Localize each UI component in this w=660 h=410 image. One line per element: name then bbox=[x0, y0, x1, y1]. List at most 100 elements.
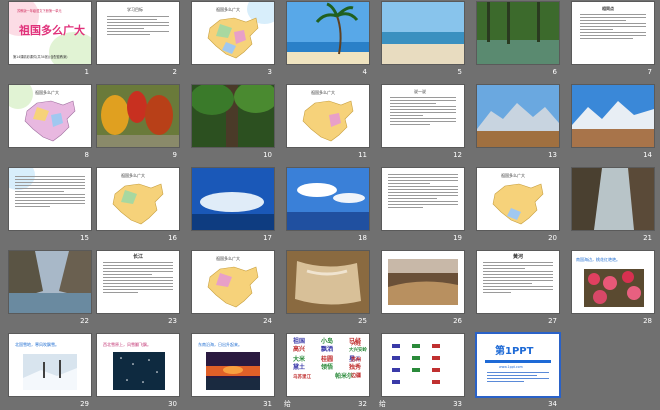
slide-number: 16 bbox=[168, 234, 177, 242]
slide-number: 1 bbox=[84, 68, 89, 76]
slide-thumb-22[interactable] bbox=[9, 251, 91, 313]
slide-thumb-12[interactable]: 说一说 bbox=[382, 85, 464, 147]
text-lines bbox=[580, 14, 646, 41]
slide-number: 5 bbox=[457, 68, 462, 76]
slide-number: 13 bbox=[548, 151, 557, 159]
slide-number: 18 bbox=[358, 234, 367, 242]
slide-thumb-27[interactable]: 黄河 bbox=[477, 251, 559, 313]
slide-thumb-26[interactable] bbox=[382, 251, 464, 313]
forest-photo bbox=[192, 85, 274, 147]
slide-number: 23 bbox=[168, 317, 177, 325]
slide-thumb-31[interactable]: 东南沿海，日出升起来。 bbox=[192, 334, 274, 396]
ppt-site: www.1ppt.com bbox=[499, 365, 523, 369]
slide-title: 北国雪地，寒风吹飘雪。 bbox=[15, 342, 59, 347]
slide-number: 2 bbox=[172, 68, 177, 76]
slide-thumb-21[interactable] bbox=[572, 168, 654, 230]
slide-thumb-5[interactable] bbox=[382, 2, 464, 64]
ppt-logo: 第1PPT bbox=[495, 346, 534, 357]
slide-number: 14 bbox=[643, 151, 652, 159]
slide-number: 28 bbox=[643, 317, 652, 325]
slide-number: 32 bbox=[358, 400, 367, 408]
slide-thumb-10[interactable] bbox=[192, 85, 274, 147]
text-lines bbox=[388, 174, 458, 210]
slide-thumb-2[interactable]: 学习目标 bbox=[97, 2, 179, 64]
text-lines bbox=[15, 176, 85, 209]
slide-number: 20 bbox=[548, 234, 557, 242]
slide-number: 26 bbox=[453, 317, 462, 325]
slide-number: 25 bbox=[358, 317, 367, 325]
slide-number: 15 bbox=[80, 234, 89, 242]
slide-title: 祖国多么广大 bbox=[121, 173, 145, 178]
slide-thumb-7[interactable]: 相同点 bbox=[572, 2, 654, 64]
slide-number: 7 bbox=[647, 68, 652, 76]
slide-title: 东南沿海，日出升起来。 bbox=[198, 342, 242, 347]
slide-thumb-32[interactable]: 祖国 小岛 已经 高兴 飘洒 大兴安岭 大米 桂圆 星斗 黛土 领悟 独秀 乌苏里江 帕米尔 兴旺… bbox=[287, 334, 369, 396]
china-map-icon bbox=[302, 100, 354, 142]
slide-thumb-11[interactable]: 祖国多么广大 bbox=[287, 85, 369, 147]
slide-number: 6 bbox=[552, 68, 557, 76]
slide-thumb-3[interactable]: 祖国多么广大 bbox=[192, 2, 274, 64]
slide-number: 8 bbox=[84, 151, 89, 159]
slide-title: 南国海边，桃花红艳艳。 bbox=[576, 257, 620, 262]
gorge-photo bbox=[572, 168, 654, 230]
slide-number: 11 bbox=[358, 151, 367, 159]
slide-number: 34 bbox=[548, 400, 557, 408]
slide-thumb-15[interactable] bbox=[9, 168, 91, 230]
china-map-icon bbox=[24, 100, 76, 142]
slide-number: 21 bbox=[643, 234, 652, 242]
text-lines bbox=[103, 262, 173, 295]
slide-title: 祖国多么广大 bbox=[35, 90, 59, 95]
slide-title: 长江 bbox=[133, 254, 144, 260]
autumn-trees-photo bbox=[97, 85, 179, 147]
text-lines bbox=[483, 262, 553, 295]
slide-thumb-24[interactable]: 祖国多么广大 bbox=[192, 251, 274, 313]
slide-thumb-23[interactable]: 长江 bbox=[97, 251, 179, 313]
slide-thumb-20[interactable]: 祖国多么广大 bbox=[477, 168, 559, 230]
forest-lake-photo bbox=[477, 2, 559, 64]
slide-note: 给 bbox=[284, 400, 291, 408]
slide-thumb-16[interactable]: 祖国多么广大 bbox=[97, 168, 179, 230]
beach-photo bbox=[382, 2, 464, 64]
slide-thumb-29[interactable]: 北国雪地，寒风吹飘雪。 bbox=[9, 334, 91, 396]
slide-title: 相同点 bbox=[602, 6, 614, 11]
slide-number: 27 bbox=[548, 317, 557, 325]
slide-footer: 第14课精彩课件(共34张)(含配套教案) bbox=[13, 55, 68, 59]
china-map-icon bbox=[207, 266, 259, 308]
slide-thumb-6[interactable] bbox=[477, 2, 559, 64]
slide-number: 31 bbox=[263, 400, 272, 408]
slide-title: 说一说 bbox=[414, 89, 426, 94]
slide-kicker: 苏教版一年级语文下册第一单元 bbox=[17, 9, 62, 13]
text-lines bbox=[390, 97, 456, 127]
slide-title: 西北雪原上，风雪翻飞飘。 bbox=[103, 342, 151, 347]
china-map-icon bbox=[207, 17, 259, 59]
slide-thumb-30[interactable]: 西北雪原上，风雪翻飞飘。 bbox=[97, 334, 179, 396]
slide-number: 22 bbox=[80, 317, 89, 325]
slide-thumb-33[interactable] bbox=[382, 334, 464, 396]
slide-thumb-17[interactable] bbox=[192, 168, 274, 230]
slide-number: 3 bbox=[267, 68, 272, 76]
slide-thumb-34[interactable]: 第1PPT www.1ppt.com bbox=[477, 334, 559, 396]
yellow-river-photo bbox=[382, 251, 464, 313]
reeds-sky-photo bbox=[192, 168, 274, 230]
slide-thumb-14[interactable] bbox=[572, 85, 654, 147]
mountain-desert-photo bbox=[572, 85, 654, 147]
slide-thumb-25[interactable] bbox=[287, 251, 369, 313]
slide-thumb-9[interactable] bbox=[97, 85, 179, 147]
slide-number: 24 bbox=[263, 317, 272, 325]
slide-title: 学习目标 bbox=[127, 7, 143, 12]
slide-thumb-8[interactable]: 祖国多么广大 bbox=[9, 85, 91, 147]
slide-thumb-13[interactable] bbox=[477, 85, 559, 147]
slide-number: 10 bbox=[263, 151, 272, 159]
slide-thumb-28[interactable]: 南国海边，桃花红艳艳。 bbox=[572, 251, 654, 313]
peach-blossom-photo bbox=[584, 269, 644, 307]
slide-title: 黄河 bbox=[513, 254, 524, 260]
slide-thumb-4[interactable] bbox=[287, 2, 369, 64]
slide-thumb-19[interactable] bbox=[382, 168, 464, 230]
slide-title: 祖国多么广大 bbox=[216, 7, 240, 12]
slide-number: 12 bbox=[453, 151, 462, 159]
river-gorge-photo bbox=[9, 251, 91, 313]
slide-thumb-1[interactable]: 苏教版一年级语文下册第一单元 祖国多么广大 第14课精彩课件(共34张)(含配套… bbox=[9, 2, 91, 64]
slide-number: 30 bbox=[168, 400, 177, 408]
slide-thumb-18[interactable] bbox=[287, 168, 369, 230]
sunrise-photo bbox=[206, 352, 260, 390]
